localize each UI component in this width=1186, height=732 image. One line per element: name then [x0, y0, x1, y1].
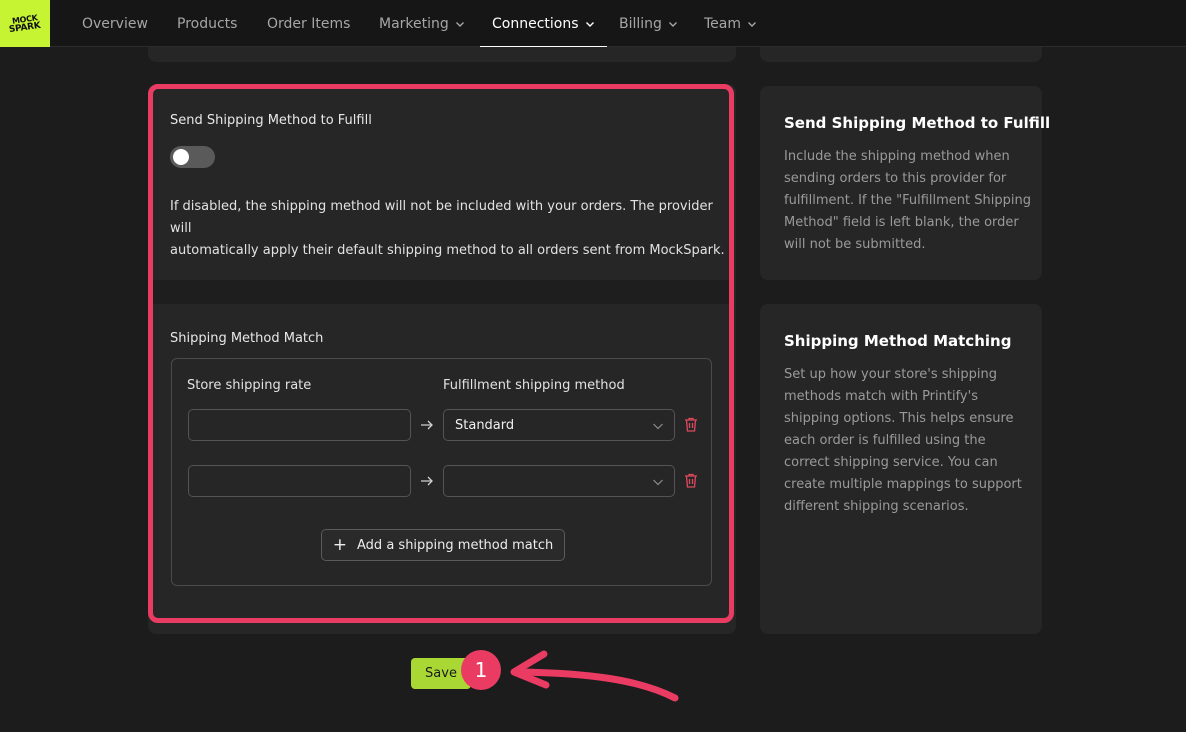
- send-shipping-title: Send Shipping Method to Fulfill: [170, 113, 372, 128]
- nav-item-marketing[interactable]: Marketing: [379, 0, 465, 47]
- help-line: Include the shipping method when: [784, 149, 1010, 164]
- help-line: different shipping scenarios.: [784, 499, 969, 514]
- fulfillment-method-select[interactable]: Standard: [443, 409, 675, 441]
- description-line: automatically apply their default shippi…: [170, 243, 725, 258]
- help-line: sending orders to this provider for: [784, 171, 1007, 186]
- nav-item-label: Overview: [82, 15, 148, 32]
- chevron-down-icon: [668, 21, 677, 27]
- description-line: If disabled, the shipping method will no…: [170, 199, 713, 236]
- store-rate-input[interactable]: [188, 409, 411, 441]
- column-header-fulfillment: Fulfillment shipping method: [443, 378, 625, 393]
- help-line: correct shipping service. You can: [784, 455, 998, 470]
- help-line: will not be submitted.: [784, 237, 926, 252]
- chevron-down-icon: [455, 21, 464, 27]
- top-navigation: MOCK SPARK Overview Products Order Items…: [0, 0, 1186, 48]
- select-value: Standard: [455, 417, 515, 433]
- column-header-store-rate: Store shipping rate: [187, 378, 312, 393]
- add-shipping-match-button[interactable]: + Add a shipping method match: [321, 529, 565, 561]
- help-line: fulfillment. If the "Fulfillment Shippin…: [784, 193, 1031, 208]
- add-button-label: Add a shipping method match: [357, 537, 554, 553]
- nav-item-label: Team: [704, 15, 742, 32]
- help-line: create multiple mappings to support: [784, 477, 1022, 492]
- help-line: Method" field is left blank, the order: [784, 215, 1019, 230]
- help-title-shipping-matching: Shipping Method Matching: [784, 332, 1012, 350]
- toggle-knob: [173, 149, 189, 165]
- chevron-down-icon: [653, 423, 663, 430]
- chevron-down-icon: [653, 479, 663, 486]
- trash-icon[interactable]: [684, 473, 698, 488]
- chevron-down-icon: [585, 21, 594, 27]
- send-shipping-description: If disabled, the shipping method will no…: [170, 196, 730, 262]
- help-text-send-shipping: Include the shipping method when sending…: [784, 146, 1034, 256]
- nav-item-products[interactable]: Products: [177, 0, 237, 47]
- step-badge: 1: [461, 650, 501, 690]
- nav-item-label: Order Items: [267, 15, 351, 32]
- trash-icon[interactable]: [684, 417, 698, 432]
- fulfillment-method-select[interactable]: [443, 465, 675, 497]
- nav-item-order-items[interactable]: Order Items: [267, 0, 350, 47]
- chevron-down-icon: [748, 21, 757, 27]
- help-line: Set up how your store's shipping: [784, 367, 998, 382]
- help-text-shipping-matching: Set up how your store's shipping methods…: [784, 364, 1034, 518]
- arrow-right-icon: [421, 420, 433, 430]
- annotation-arrow-icon: [510, 650, 679, 702]
- help-line: each order is fulfilled using the: [784, 433, 986, 448]
- nav-item-team[interactable]: Team: [704, 0, 757, 47]
- nav-item-overview[interactable]: Overview: [82, 0, 148, 47]
- shipping-match-title: Shipping Method Match: [170, 331, 324, 346]
- nav-item-billing[interactable]: Billing: [619, 0, 678, 47]
- nav-item-label: Connections: [492, 15, 579, 32]
- section-divider: [153, 280, 729, 304]
- mockspark-logo[interactable]: MOCK SPARK: [0, 0, 50, 47]
- help-line: methods match with Printify's: [784, 389, 978, 404]
- help-line: shipping options. This helps ensure: [784, 411, 1014, 426]
- store-rate-input[interactable]: [188, 465, 411, 497]
- send-shipping-toggle[interactable]: [170, 146, 215, 168]
- previous-side-card-bottom: [760, 47, 1042, 62]
- plus-icon: +: [332, 534, 348, 555]
- nav-item-label: Billing: [619, 15, 662, 32]
- arrow-right-icon: [421, 476, 433, 486]
- nav-item-label: Marketing: [379, 15, 449, 32]
- help-title-send-shipping: Send Shipping Method to Fulfill: [784, 114, 1051, 132]
- nav-item-label: Products: [177, 15, 238, 32]
- previous-card-bottom: [148, 47, 736, 62]
- nav-item-connections[interactable]: Connections: [480, 0, 606, 48]
